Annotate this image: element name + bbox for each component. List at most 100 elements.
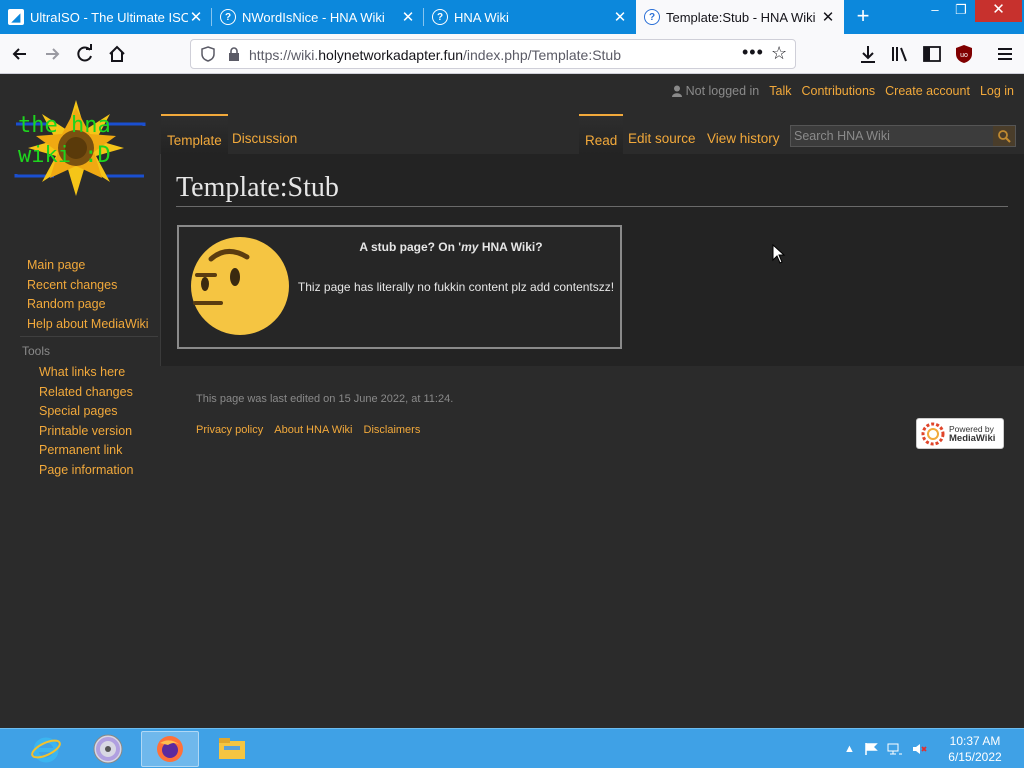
tracking-shield-icon[interactable] bbox=[201, 46, 215, 62]
disc-icon bbox=[93, 734, 123, 764]
close-tab-icon[interactable]: ✕ bbox=[820, 8, 836, 26]
talk-link[interactable]: Talk bbox=[769, 84, 791, 98]
close-tab-icon[interactable]: ✕ bbox=[188, 8, 204, 26]
tab-template-stub[interactable]: ? Template:Stub - HNA Wiki ✕ bbox=[636, 0, 844, 34]
folder-icon bbox=[219, 738, 245, 759]
ublock-origin-icon[interactable]: uo bbox=[953, 43, 975, 65]
home-button[interactable] bbox=[103, 40, 131, 68]
tab-read[interactable]: Read bbox=[579, 114, 624, 154]
tab-nwordisnice[interactable]: ? NWordIsNice - HNA Wiki ✕ bbox=[212, 0, 424, 34]
downloads-icon[interactable] bbox=[857, 43, 879, 65]
clock-time: 10:37 AM bbox=[949, 734, 1001, 748]
clock-date: 6/15/2022 bbox=[948, 750, 1002, 764]
create-account-link[interactable]: Create account bbox=[885, 84, 970, 98]
sunflower-logo-icon: the hna wiki :D bbox=[14, 100, 146, 196]
sidebar-navigation: Main page Recent changes Random page Hel… bbox=[27, 256, 149, 334]
sidebar-item-help[interactable]: Help about MediaWiki bbox=[27, 315, 149, 335]
sidebar-item-recent-changes[interactable]: Recent changes bbox=[27, 276, 149, 296]
close-tab-icon[interactable]: ✕ bbox=[612, 8, 628, 26]
stub-title-emphasis: my bbox=[461, 240, 479, 254]
reload-button[interactable] bbox=[71, 40, 99, 68]
disclaimers-link[interactable]: Disclaimers bbox=[364, 424, 421, 436]
internet-explorer-taskbar-button[interactable] bbox=[17, 731, 75, 767]
close-tab-icon[interactable]: ✕ bbox=[400, 8, 416, 26]
url-domain: holynetworkadapter.fun bbox=[318, 47, 464, 63]
tool-related-changes[interactable]: Related changes bbox=[39, 383, 134, 403]
back-arrow-icon bbox=[12, 48, 26, 60]
new-tab-button[interactable]: + bbox=[850, 4, 876, 30]
volume-muted-icon[interactable] bbox=[912, 742, 928, 756]
tools-heading[interactable]: Tools bbox=[22, 344, 50, 358]
lock-icon[interactable] bbox=[227, 46, 241, 62]
close-window-button[interactable]: ✕ bbox=[975, 0, 1022, 22]
tool-permanent-link[interactable]: Permanent link bbox=[39, 441, 134, 461]
logo-text-line1: the hna bbox=[18, 113, 111, 138]
tab-title: NWordIsNice - HNA Wiki bbox=[242, 9, 385, 25]
ultraiso-favicon-icon: ◢ bbox=[8, 9, 24, 25]
suspicious-face-icon bbox=[191, 237, 289, 335]
search-button[interactable] bbox=[993, 126, 1015, 146]
wiki-favicon-icon: ? bbox=[432, 9, 448, 25]
tab-ultraiso[interactable]: ◢ UltraISO - The Ultimate ISO ✕ bbox=[0, 0, 212, 34]
windows-taskbar: ▲ 10:37 AM 6/15/2022 bbox=[0, 728, 1024, 768]
wiki-logo[interactable]: the hna wiki :D bbox=[12, 98, 152, 208]
powered-by-text: Powered by MediaWiki bbox=[949, 424, 996, 444]
sidebar-item-random-page[interactable]: Random page bbox=[27, 295, 149, 315]
wiki-page: the hna wiki :D Not logged in Talk Contr… bbox=[0, 74, 1024, 728]
back-button[interactable] bbox=[6, 40, 34, 68]
tool-page-information[interactable]: Page information bbox=[39, 461, 134, 481]
not-logged-in-label: Not logged in bbox=[685, 84, 760, 98]
tab-title: UltraISO - The Ultimate ISO bbox=[30, 9, 188, 25]
show-hidden-icons-icon[interactable]: ▲ bbox=[844, 743, 855, 755]
maximize-button[interactable]: ❐ bbox=[946, 0, 976, 22]
tool-printable-version[interactable]: Printable version bbox=[39, 422, 134, 442]
url-text[interactable]: https://wiki.holynetworkadapter.fun/inde… bbox=[249, 47, 621, 63]
personal-tools: Not logged in Talk Contributions Create … bbox=[671, 84, 1014, 98]
wiki-favicon-icon: ? bbox=[220, 9, 236, 25]
powered-by-line2: MediaWiki bbox=[949, 432, 996, 444]
firefox-taskbar-button[interactable] bbox=[141, 731, 199, 767]
tab-hna-wiki[interactable]: ? HNA Wiki ✕ bbox=[424, 0, 636, 34]
tool-special-pages[interactable]: Special pages bbox=[39, 402, 134, 422]
menu-hamburger-icon[interactable] bbox=[994, 43, 1016, 65]
tab-edit-source[interactable]: Edit source bbox=[622, 114, 702, 154]
last-modified-text: This page was last edited on 15 June 202… bbox=[196, 393, 454, 405]
taskbar-clock[interactable]: 10:37 AM 6/15/2022 bbox=[940, 733, 1010, 765]
tab-template[interactable]: Template bbox=[161, 114, 228, 154]
mouse-cursor-icon bbox=[772, 244, 786, 264]
library-icon[interactable] bbox=[889, 43, 911, 65]
privacy-policy-link[interactable]: Privacy policy bbox=[196, 424, 263, 436]
home-icon bbox=[109, 45, 125, 62]
tab-title: HNA Wiki bbox=[454, 9, 509, 25]
action-center-flag-icon[interactable] bbox=[864, 742, 878, 756]
file-explorer-taskbar-button[interactable] bbox=[203, 731, 261, 767]
log-in-link[interactable]: Log in bbox=[980, 84, 1014, 98]
page-actions-icon[interactable]: ••• bbox=[742, 42, 764, 63]
sidebar-tools: What links here Related changes Special … bbox=[39, 363, 134, 480]
stub-title-pre: A stub page? On ' bbox=[359, 240, 462, 254]
logo-text-line2: wiki :D bbox=[18, 143, 111, 168]
url-bar[interactable]: https://wiki.holynetworkadapter.fun/inde… bbox=[190, 39, 796, 69]
about-link[interactable]: About HNA Wiki bbox=[274, 424, 352, 436]
ultraiso-taskbar-button[interactable] bbox=[79, 731, 137, 767]
tool-what-links-here[interactable]: What links here bbox=[39, 363, 134, 383]
search-input[interactable] bbox=[791, 126, 991, 146]
sidebar-toggle-icon[interactable] bbox=[921, 43, 943, 65]
powered-by-mediawiki-badge[interactable]: Powered by MediaWiki bbox=[916, 418, 1004, 449]
contributions-link[interactable]: Contributions bbox=[802, 84, 876, 98]
bookmark-star-icon[interactable]: ☆ bbox=[771, 43, 787, 64]
forward-button[interactable] bbox=[38, 40, 66, 68]
stub-notice-box: A stub page? On 'my HNA Wiki? Thiz page … bbox=[177, 225, 622, 349]
svg-text:uo: uo bbox=[960, 52, 968, 59]
reload-icon bbox=[77, 44, 92, 62]
network-icon[interactable] bbox=[887, 742, 903, 756]
sidebar-item-main-page[interactable]: Main page bbox=[27, 256, 149, 276]
search-icon bbox=[998, 130, 1011, 143]
page-title: Template:Stub bbox=[176, 172, 1008, 207]
tab-view-history[interactable]: View history bbox=[701, 114, 786, 154]
footer-links: Privacy policy About HNA Wiki Disclaimer… bbox=[196, 424, 420, 436]
system-tray: ▲ bbox=[844, 729, 928, 768]
mediawiki-flower-icon bbox=[921, 422, 945, 445]
tab-discussion[interactable]: Discussion bbox=[226, 114, 303, 154]
stub-title-post: HNA Wiki? bbox=[478, 240, 543, 254]
